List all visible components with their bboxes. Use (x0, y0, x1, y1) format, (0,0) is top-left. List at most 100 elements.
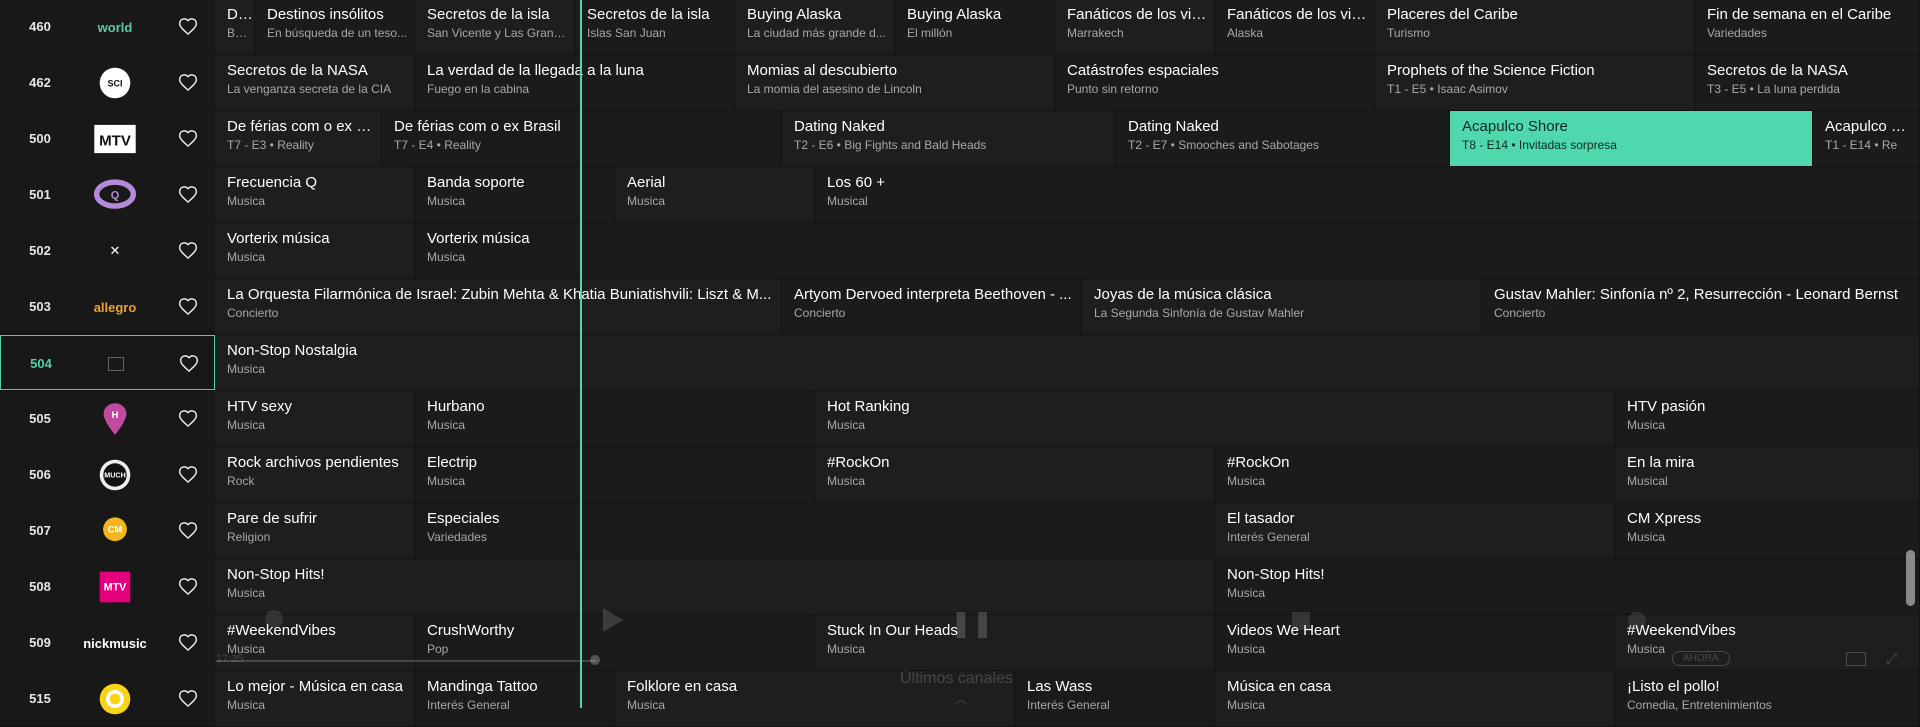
channel-cell[interactable]: 509 nickmusic (0, 615, 215, 670)
program-cell[interactable]: Frecuencia Q Musica (215, 167, 415, 222)
program-cell[interactable]: De férias com o ex Brasil T7 - E4 • Reali… (382, 111, 782, 166)
program-cell[interactable]: D... Baj... (215, 0, 255, 54)
program-cell[interactable]: Secretos de la isla San Vicente y Las Gra… (415, 0, 575, 54)
favorite-heart-icon[interactable] (178, 689, 198, 709)
program-cell[interactable]: La Orquesta Filarmónica de Israel: Zubin… (215, 279, 782, 334)
program-cell[interactable]: Artyom Dervoed interpreta Beethoven - ..… (782, 279, 1082, 334)
program-cell[interactable]: De férias com o ex B... T7 - E3 • Reality (215, 111, 382, 166)
program-subtitle: T7 - E3 • Reality (227, 138, 314, 152)
program-cell[interactable]: Hot Ranking Musica (815, 391, 1615, 446)
program-cell[interactable]: Buying Alaska El millón (895, 0, 1055, 54)
program-cell[interactable]: Non-Stop Hits! Musica (215, 559, 1215, 614)
favorite-heart-icon[interactable] (178, 73, 198, 93)
program-cell[interactable]: Secretos de la NASA T3 - E5 • La luna per… (1695, 55, 1920, 110)
program-cell[interactable]: Rock archivos pendientes Rock (215, 447, 415, 502)
channel-cell[interactable]: 505 H (0, 391, 215, 446)
play-icon[interactable] (603, 608, 623, 632)
program-cell[interactable]: Lo mejor - Música en casa Musica (215, 671, 415, 726)
channel-cell[interactable]: 515 C (0, 671, 215, 726)
favorite-heart-icon[interactable] (178, 465, 198, 485)
program-cell[interactable]: Destinos insólitos En búsqueda de un teso… (255, 0, 415, 54)
program-cell[interactable]: Videos We Heart Musica (1215, 615, 1615, 670)
program-cell[interactable]: La verdad de la llegada a la luna Fuego e… (415, 55, 735, 110)
program-cell[interactable]: Joyas de la música clásica La Segunda Sin… (1082, 279, 1482, 334)
fullscreen-icon[interactable]: ⤢ (1886, 650, 1897, 667)
program-cell[interactable]: Mandinga Tattoo Interés General (415, 671, 615, 726)
program-cell[interactable]: HTV sexy Musica (215, 391, 415, 446)
program-cell[interactable]: Dating Naked T2 - E6 • Big Fights and Bal… (782, 111, 1116, 166)
picture-in-picture-icon[interactable] (1846, 652, 1866, 666)
program-cell[interactable]: Banda soporte Musica (415, 167, 615, 222)
program-cell[interactable]: Vorterix música Musica (415, 223, 1920, 278)
program-cell[interactable]: Gustav Mahler: Sinfonía nº 2, Resurrecci… (1482, 279, 1920, 334)
favorite-heart-icon[interactable] (178, 521, 198, 541)
program-cell[interactable]: Placeres del Caribe Turismo (1375, 0, 1695, 54)
program-cell[interactable]: Buying Alaska La ciudad más grande d... (735, 0, 895, 54)
program-cell[interactable]: Aerial Musica (615, 167, 815, 222)
program-cell[interactable]: En la mira Musical (1615, 447, 1920, 502)
program-cell[interactable]: Catástrofes espaciales Punto sin retorno (1055, 55, 1375, 110)
forward-icon[interactable] (1628, 612, 1646, 630)
channel-cell[interactable]: 508 MTV (0, 559, 215, 614)
program-cell[interactable]: Fanáticos de los via... Alaska (1215, 0, 1375, 54)
program-cell[interactable]: Non-Stop Nostalgia Musica (215, 335, 1920, 390)
program-cell[interactable]: #WeekendVibes Musica (215, 615, 415, 670)
channel-cell[interactable]: 502 ✕ (0, 223, 215, 278)
recent-channels-button[interactable]: Últimos canales (900, 670, 1013, 688)
program-cell[interactable]: Secretos de la NASA La venganza secreta d… (215, 55, 415, 110)
chevron-up-icon[interactable]: ︿ (955, 690, 967, 707)
program-cell[interactable]: Dating Naked T2 - E7 • Smooches and Sabot… (1116, 111, 1450, 166)
program-cell[interactable]: Prophets of the Science Fiction T1 - E5 •… (1375, 55, 1695, 110)
channel-cell[interactable]: 500 MTV (0, 111, 215, 166)
program-cell[interactable]: Las Wass Interés General (1015, 671, 1215, 726)
favorite-heart-icon[interactable] (178, 185, 198, 205)
stop-icon[interactable] (1292, 612, 1310, 630)
program-cell[interactable]: Pare de sufrir Religion (215, 503, 415, 558)
program-cell[interactable]: Electrip Musica (415, 447, 815, 502)
program-cell[interactable]: HTV pasión Musica (1615, 391, 1920, 446)
favorite-heart-icon[interactable] (178, 633, 198, 653)
favorite-heart-icon[interactable] (178, 129, 198, 149)
channel-cell[interactable]: 460 world (0, 0, 215, 54)
pause-icon[interactable]: ❚❚ (950, 608, 994, 639)
program-cell[interactable]: Acapulco Shore T1 - E14 • Re (1813, 111, 1920, 166)
program-cell[interactable]: Fin de semana en el Caribe Variedades (1695, 0, 1920, 54)
program-cell[interactable]: Los 60 + Musical (815, 167, 1920, 222)
program-cell[interactable]: Vorterix música Musica (215, 223, 415, 278)
program-subtitle: T7 - E4 • Reality (394, 138, 481, 152)
favorite-heart-icon[interactable] (178, 409, 198, 429)
favorite-heart-icon[interactable] (178, 297, 198, 317)
favorite-heart-icon[interactable] (178, 241, 198, 261)
program-subtitle: Interés General (1227, 530, 1310, 544)
program-cell[interactable]: Música en casa Musica (1215, 671, 1615, 726)
program-subtitle: En búsqueda de un teso... (267, 26, 408, 40)
live-button[interactable]: AHORA (1672, 651, 1730, 666)
channel-cell[interactable]: 504 (0, 335, 215, 390)
channel-cell[interactable]: 503 allegro (0, 279, 215, 334)
program-cell[interactable]: Especiales Variedades (415, 503, 1215, 558)
favorite-heart-icon[interactable] (178, 577, 198, 597)
program-cell[interactable]: CM Xpress Musica (1615, 503, 1920, 558)
program-cell[interactable]: #RockOn Musica (1215, 447, 1615, 502)
favorite-heart-icon[interactable] (179, 354, 199, 374)
favorite-heart-icon[interactable] (178, 17, 198, 37)
program-cell[interactable]: #RockOn Musica (815, 447, 1215, 502)
rewind-icon[interactable] (265, 610, 283, 628)
channel-cell[interactable]: 462 SCI (0, 55, 215, 110)
program-cell[interactable]: Secretos de la isla Islas San Juan (575, 0, 735, 54)
program-cell[interactable]: Stuck In Our Heads Musica (815, 615, 1215, 670)
program-subtitle: Alaska (1227, 26, 1264, 40)
program-cell[interactable]: El tasador Interés General (1215, 503, 1615, 558)
program-cell-current[interactable]: Acapulco Shore T8 - E14 • Invitadas sorpr… (1450, 111, 1813, 166)
program-cell[interactable]: #WeekendVibes Musica (1615, 615, 1920, 670)
program-cell[interactable]: Momias al descubierto La momia del asesin… (735, 55, 1055, 110)
program-cell[interactable]: Non-Stop Hits! Musica (1215, 559, 1920, 614)
scrollbar-thumb[interactable] (1906, 550, 1915, 606)
program-cell[interactable]: ¡Listo el pollo! Comedia, Entretenimiento… (1615, 671, 1920, 726)
channel-cell[interactable]: 506 MUCH (0, 447, 215, 502)
program-cell[interactable]: Hurbano Musica (415, 391, 815, 446)
program-title: ¡Listo el pollo! (1627, 678, 1720, 695)
program-cell[interactable]: Fanáticos de los via... Marrakech (1055, 0, 1215, 54)
channel-cell[interactable]: 501 Q (0, 167, 215, 222)
channel-cell[interactable]: 507 CM (0, 503, 215, 558)
